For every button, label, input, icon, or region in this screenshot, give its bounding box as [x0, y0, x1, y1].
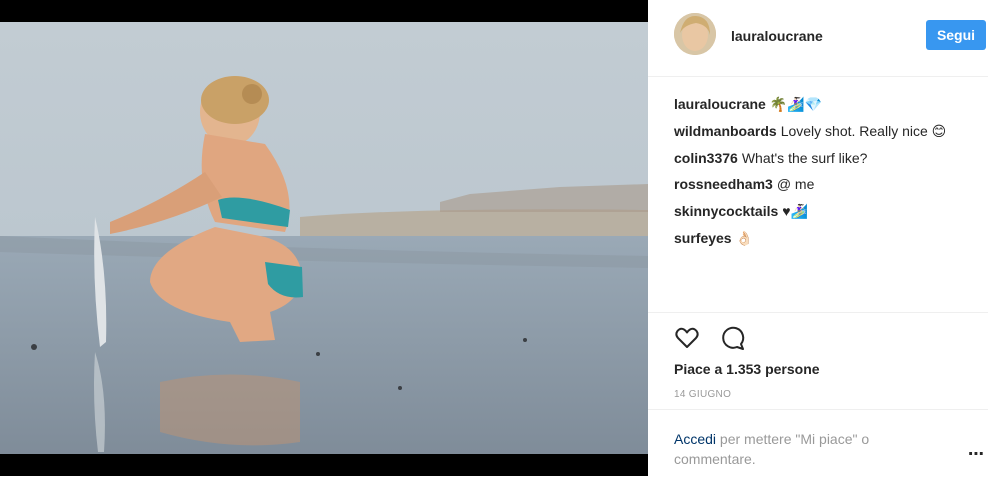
comment-username[interactable]: wildmanboards — [674, 123, 777, 139]
comment-username[interactable]: surfeyes — [674, 230, 732, 246]
username-link[interactable]: lauraloucrane — [731, 28, 823, 44]
comment-item: wildmanboards Lovely shot. Really nice 😊 — [674, 118, 984, 145]
login-link[interactable]: Accedi — [674, 431, 716, 447]
comment-item: rossneedham3 @ me — [674, 171, 984, 198]
comment-username[interactable]: colin3376 — [674, 150, 738, 166]
post-sidebar: lauraloucrane Segui lauraloucrane 🌴🏄🏻‍♀️💎… — [648, 0, 1000, 476]
comment-text: 👌🏻 — [735, 229, 754, 246]
comment-text: 🌴🏄🏻‍♀️💎 — [769, 96, 823, 112]
avatar[interactable] — [674, 13, 716, 55]
post-actions: Piace a 1.353 persone 14 GIUGNO — [648, 312, 988, 400]
post-image[interactable] — [0, 22, 648, 454]
photo-pane — [0, 0, 648, 476]
follow-button[interactable]: Segui — [926, 20, 986, 50]
comment-list: lauraloucrane 🌴🏄🏻‍♀️💎 wildmanboards Lovely… — [674, 91, 984, 252]
comment-text: @ me — [776, 176, 815, 193]
post-header: lauraloucrane Segui — [648, 0, 988, 77]
comment-item: skinnycocktails ♥🏄🏻‍♀️ — [674, 198, 984, 225]
comment-bubble-icon[interactable] — [720, 325, 746, 351]
post-date: 14 GIUGNO — [674, 389, 732, 400]
comment-item: surfeyes 👌🏻 — [674, 225, 984, 252]
comment-username[interactable]: skinnycocktails — [674, 203, 778, 219]
action-icons — [674, 325, 746, 351]
comment-text: ♥🏄🏻‍♀️ — [782, 203, 809, 220]
login-prompt: Accedi per mettere "Mi piace" o commenta… — [674, 429, 914, 469]
more-options-icon[interactable]: ⋯ — [968, 444, 985, 464]
comment-item: lauraloucrane 🌴🏄🏻‍♀️💎 — [674, 91, 984, 118]
like-count[interactable]: Piace a 1.353 persone — [674, 361, 820, 377]
comment-username[interactable]: rossneedham3 — [674, 176, 773, 192]
heart-icon[interactable] — [674, 325, 700, 351]
comment-username[interactable]: lauraloucrane — [674, 96, 766, 112]
comment-text: What's the surf like? — [741, 149, 868, 166]
login-bar: Accedi per mettere "Mi piace" o commenta… — [648, 409, 988, 477]
comment-text: Lovely shot. Really nice 😊 — [780, 122, 947, 139]
comment-item: colin3376 What's the surf like? — [674, 145, 984, 172]
